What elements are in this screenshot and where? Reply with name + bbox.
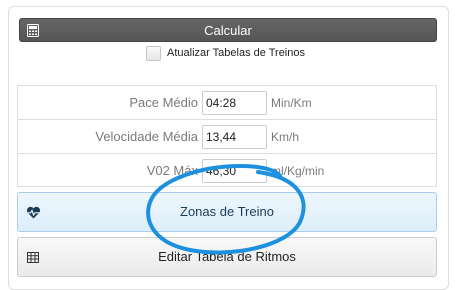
speed-input[interactable]: 13,44 (202, 125, 267, 149)
speed-unit: Km/h (271, 130, 300, 144)
speed-label: Velocidade Média (95, 129, 198, 144)
vo2max-input[interactable]: 46,30 (202, 159, 267, 183)
heartbeat-icon (26, 206, 41, 219)
update-tables-label: Atualizar Tabelas de Treinos (167, 47, 305, 59)
training-zones-button[interactable]: Zonas de Treino (17, 192, 437, 232)
pace-input[interactable]: 04:28 (202, 91, 267, 115)
table-icon (27, 252, 39, 263)
pace-unit: Min/Km (271, 96, 312, 110)
edit-pace-table-button[interactable]: Editar Tabela de Ritmos (17, 237, 437, 277)
update-tables-option[interactable]: Atualizar Tabelas de Treinos (146, 45, 305, 61)
pace-calculator-panel: Calcular Atualizar Tabelas de Treinos Pa… (0, 0, 457, 290)
calculate-button[interactable]: Calcular (19, 18, 437, 42)
update-tables-checkbox[interactable] (146, 45, 161, 61)
pace-fields-table: Pace Médio 04:28 Min/Km Velocidade Média… (17, 85, 437, 187)
speed-row: Velocidade Média 13,44 Km/h (18, 119, 436, 154)
edit-pace-table-label: Editar Tabela de Ritmos (158, 249, 296, 264)
training-zones-label: Zonas de Treino (180, 204, 274, 219)
vo2max-label: V02 Máx (146, 163, 198, 178)
vo2max-row: V02 Máx 46,30 ml/Kg/min (18, 153, 436, 188)
calculate-button-label: Calcular (204, 23, 252, 38)
pace-row: Pace Médio 04:28 Min/Km (18, 86, 436, 120)
vo2max-unit: ml/Kg/min (271, 164, 325, 178)
calculator-icon (27, 24, 39, 37)
pace-label: Pace Médio (129, 95, 198, 110)
